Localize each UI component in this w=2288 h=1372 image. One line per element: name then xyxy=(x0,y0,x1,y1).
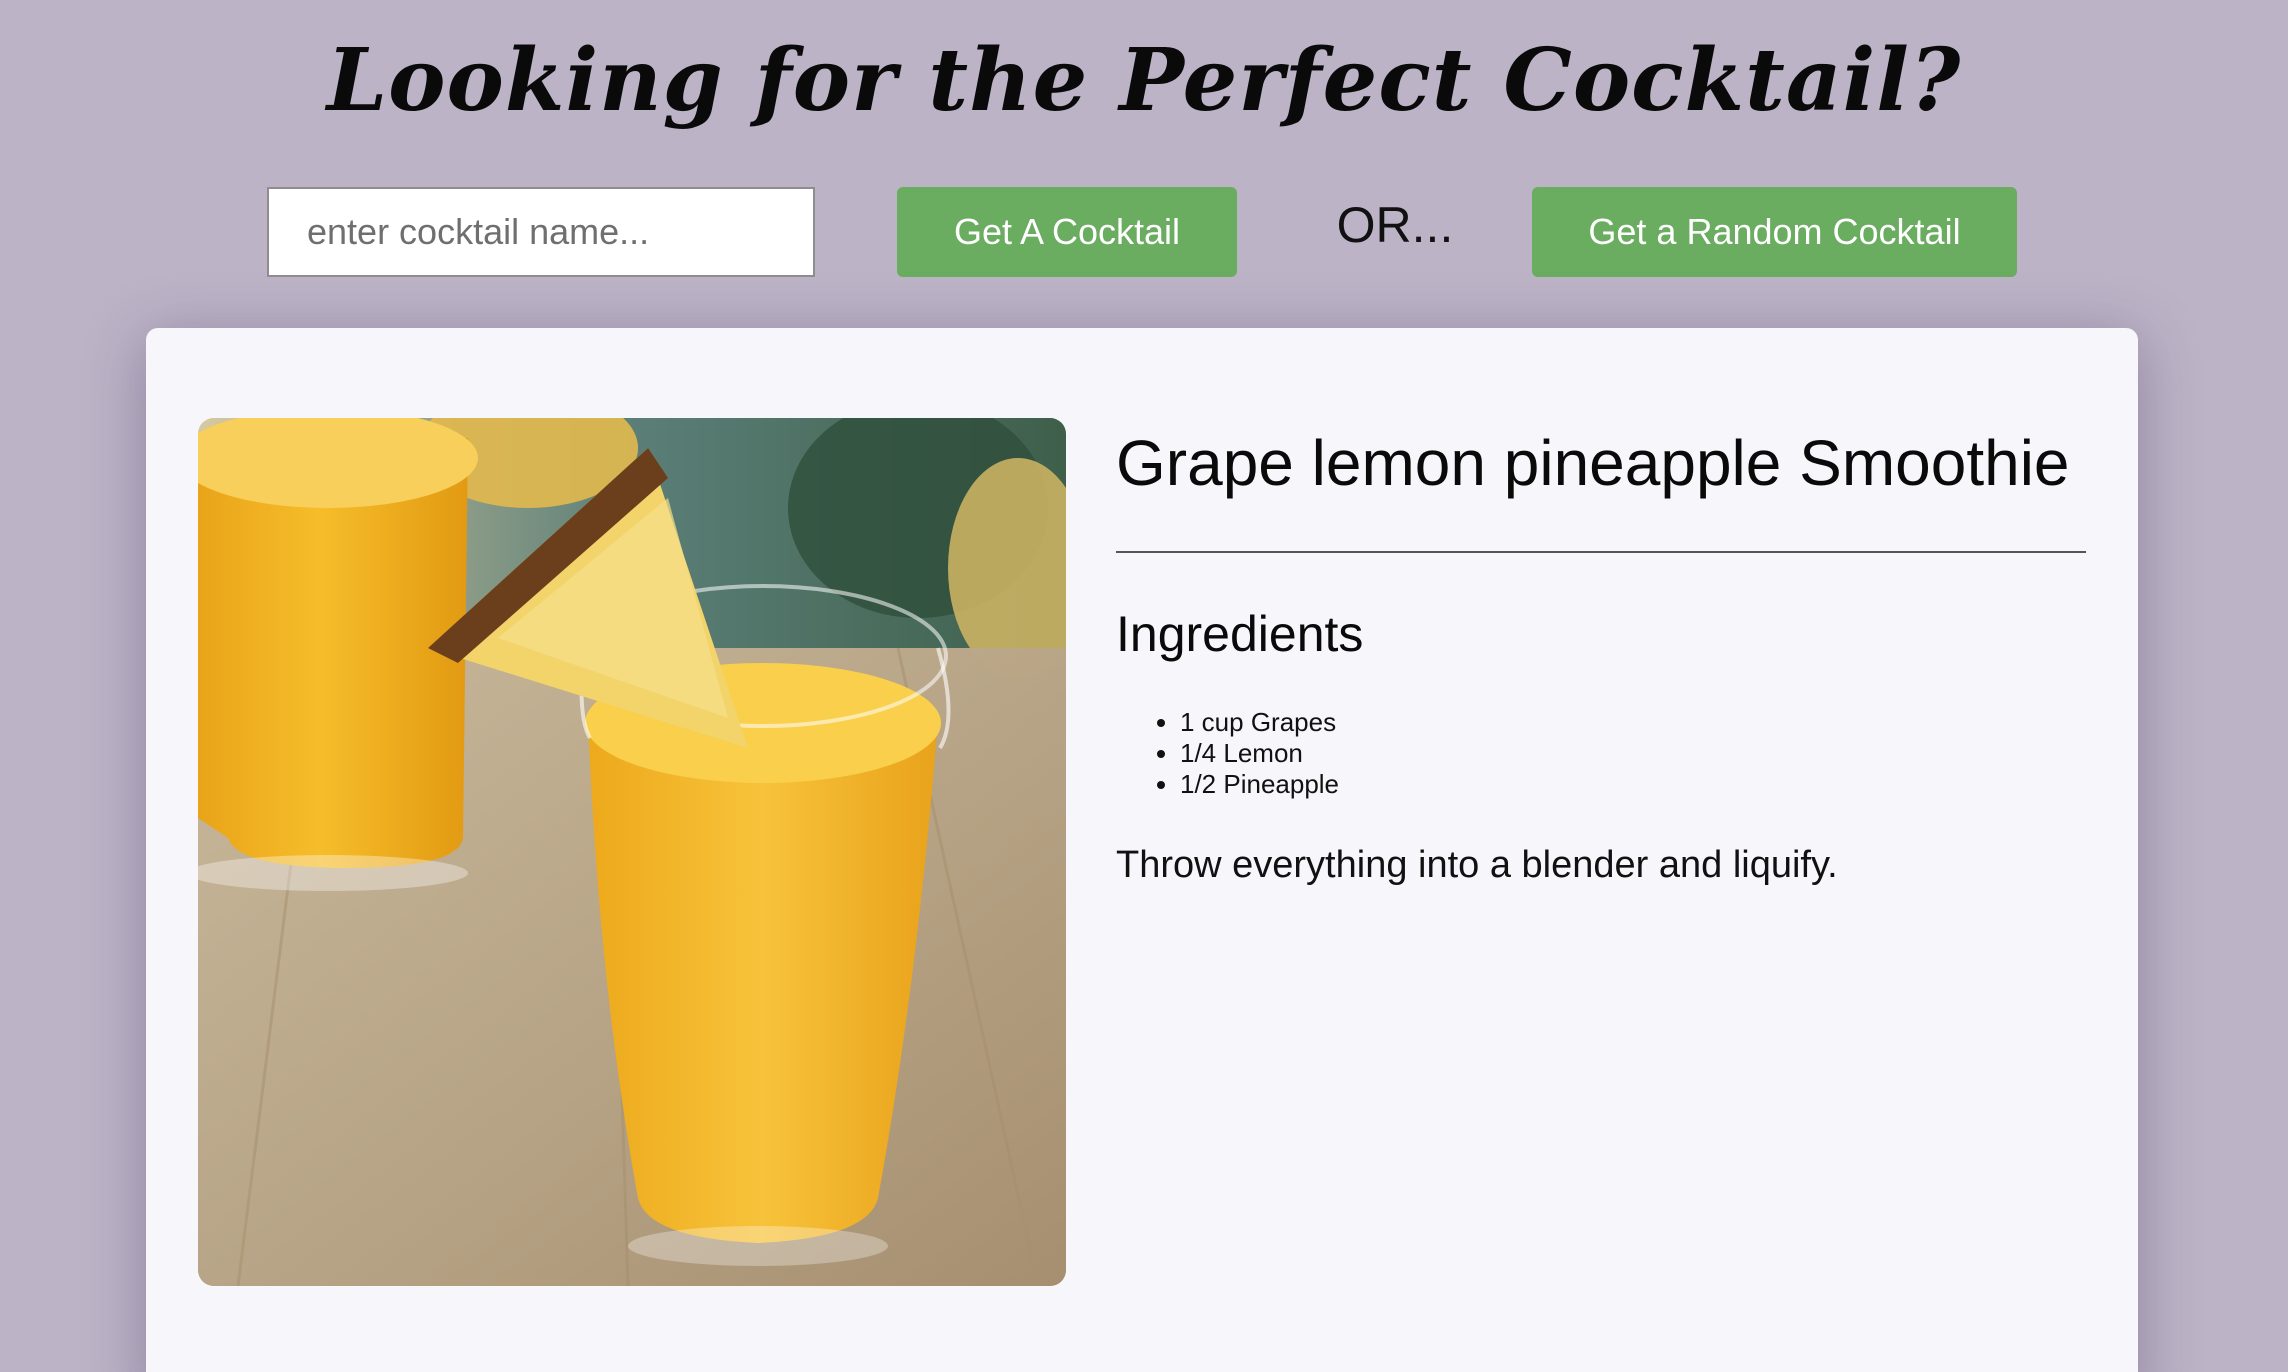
ingredients-list: 1 cup Grapes 1/4 Lemon 1/2 Pineapple xyxy=(1116,707,2086,800)
ingredient-item: 1 cup Grapes xyxy=(1180,707,2086,738)
get-cocktail-button[interactable]: Get A Cocktail xyxy=(897,187,1237,277)
get-random-cocktail-button[interactable]: Get a Random Cocktail xyxy=(1532,187,2017,277)
ingredient-item: 1/2 Pineapple xyxy=(1180,769,2086,800)
cocktail-card: Grape lemon pineapple Smoothie Ingredien… xyxy=(146,328,2138,1372)
ingredients-heading: Ingredients xyxy=(1116,606,1364,663)
divider xyxy=(1116,551,2086,554)
cocktail-details: Grape lemon pineapple Smoothie Ingredien… xyxy=(1116,418,2086,887)
cocktail-name: Grape lemon pineapple Smoothie xyxy=(1116,427,2070,499)
cocktail-image xyxy=(198,418,1066,1286)
instructions: Throw everything into a blender and liqu… xyxy=(1116,844,1838,887)
search-input[interactable] xyxy=(267,187,815,277)
page-title: Looking for the Perfect Cocktail? xyxy=(326,30,1962,131)
ingredient-item: 1/4 Lemon xyxy=(1180,738,2086,769)
or-separator: OR... xyxy=(1336,197,1454,253)
